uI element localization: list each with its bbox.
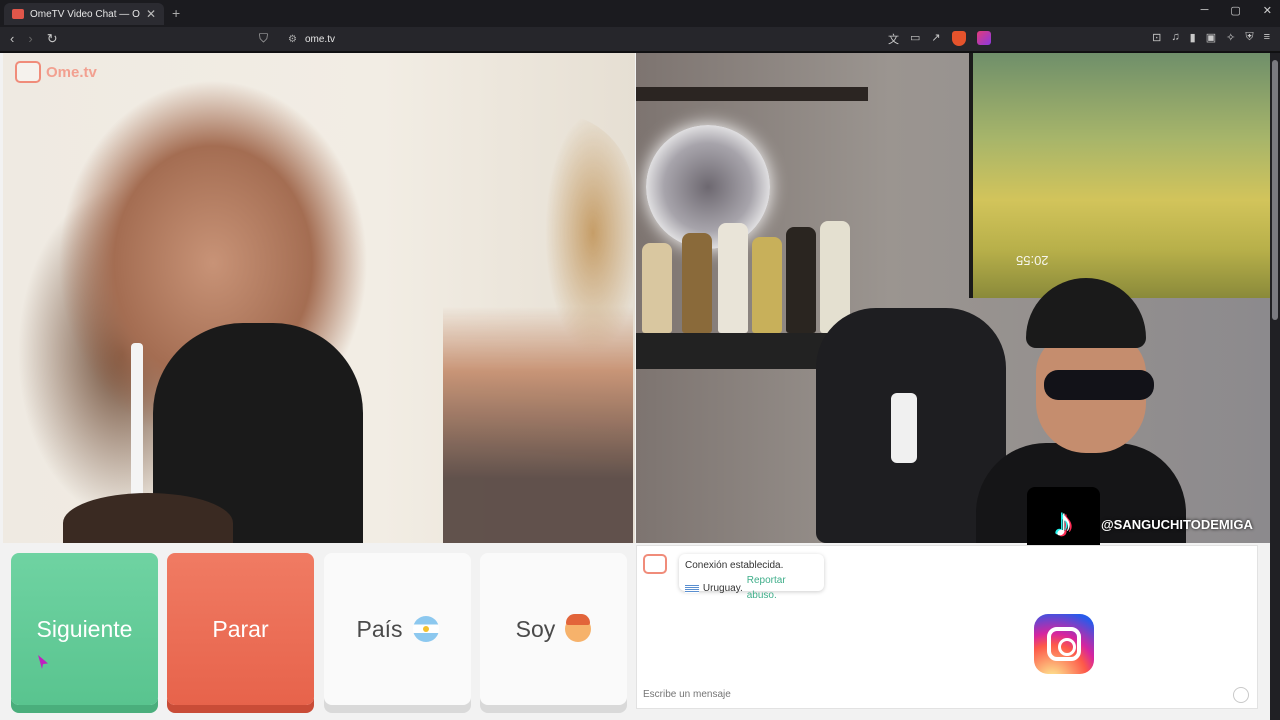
country-label: País (356, 615, 403, 642)
share-icon[interactable]: ↗ (931, 31, 940, 47)
emoji-icon[interactable] (1233, 687, 1249, 703)
stop-label: Parar (212, 615, 269, 642)
nav-buttons: ‹ › ↻ (10, 31, 58, 47)
tv-clock: 20:55 (1016, 253, 1049, 268)
stop-button[interactable]: Parar (167, 553, 314, 705)
instagram-icon (1047, 627, 1081, 661)
streamer-glasses (1044, 370, 1154, 400)
partner-country-line: Uruguay. Reportar abuso. (685, 573, 818, 603)
bottle (718, 223, 748, 333)
remote-person-2 (443, 113, 633, 543)
browser-extensions: ⊡ ♫ ▮ ▣ ✧ ⛨ ≡ (1152, 31, 1270, 44)
maximize-icon[interactable]: ▢ (1230, 4, 1240, 17)
bottle (786, 227, 816, 333)
wallet-icon[interactable]: ▣ (1206, 31, 1216, 44)
menu-icon[interactable]: ≡ (1264, 31, 1270, 44)
gender-button[interactable]: Soy (480, 553, 627, 705)
new-tab-button[interactable]: + (172, 5, 180, 21)
address-bar-actions: 文 ▭ ↗ (888, 31, 991, 47)
tv-logo-icon (15, 61, 41, 83)
next-button[interactable]: Siguiente (11, 553, 158, 705)
local-video: 20:55 (636, 53, 1270, 543)
close-window-icon[interactable]: ✕ (1263, 4, 1272, 17)
chat-panel: Conexión establecida. Uruguay. Reportar … (636, 545, 1258, 709)
ometv-logo: Ome.tv (15, 61, 97, 83)
argentina-flag-icon (412, 616, 439, 642)
address-bar[interactable]: ⚙ ome.tv (282, 30, 872, 49)
tab-bar: OmeTV Video Chat — Omegle ✕ + ─ ▢ ✕ (0, 0, 1280, 27)
system-message: Conexión establecida. Uruguay. Reportar … (679, 554, 824, 601)
arrow-right-icon[interactable]: › (28, 31, 32, 47)
close-tab-icon[interactable]: ✕ (146, 7, 156, 21)
instagram-logo (1034, 614, 1094, 674)
bottle (752, 237, 782, 333)
ometv-page: Ome.tv 20:55 ♪ @SANGUCHITODEMIGA Siguien… (0, 53, 1270, 720)
message-input[interactable] (643, 689, 1223, 700)
uruguay-flag-icon (685, 583, 699, 593)
browser-toolbar: ‹ › ↻ ⛉ ⚙ ome.tv 文 ▭ ↗ ⊡ ♫ ▮ ▣ ✧ ⛨ ≡ (0, 27, 1280, 52)
bottle (642, 243, 672, 333)
connection-status: Conexión establecida. (685, 560, 784, 571)
sidebar-icon[interactable]: ▮ (1190, 31, 1196, 44)
next-label: Siguiente (36, 615, 133, 642)
report-abuse-link[interactable]: Reportar abuso. (747, 573, 818, 603)
leo-ai-icon[interactable]: ✧ (1226, 31, 1235, 44)
shelf (636, 87, 868, 101)
brave-rewards-icon[interactable] (976, 31, 991, 45)
site-info-icon[interactable]: ⚙ (288, 34, 297, 45)
logo-text: Ome.tv (46, 63, 97, 81)
url-text: ome.tv (304, 34, 335, 45)
music-icon[interactable]: ♫ (1171, 31, 1179, 44)
browser-tab[interactable]: OmeTV Video Chat — Omegle ✕ (4, 3, 164, 25)
chat-tv-logo-icon (643, 554, 667, 574)
boy-emoji-icon (565, 614, 592, 642)
moon-lamp (646, 125, 770, 249)
cast-icon[interactable]: ▭ (910, 31, 920, 47)
country-button[interactable]: País (324, 553, 471, 705)
chair-stripe (891, 393, 917, 463)
bottle (682, 233, 712, 333)
window-controls: ─ ▢ ✕ (1201, 4, 1272, 17)
tv-landscape (969, 53, 1270, 298)
remote-video: Ome.tv (3, 53, 635, 543)
brave-shields-icon[interactable] (951, 31, 966, 46)
arrow-left-icon[interactable]: ‹ (10, 31, 14, 47)
screenshot-icon[interactable]: ⊡ (1152, 31, 1161, 44)
tiktok-icon: ♪ (1053, 501, 1074, 545)
translate-icon[interactable]: 文 (888, 31, 899, 47)
reload-icon[interactable]: ↻ (47, 31, 58, 47)
partner-country: Uruguay. (702, 582, 743, 594)
streamer-cap (1026, 278, 1146, 348)
vpn-icon[interactable]: ⛨ (1245, 31, 1253, 44)
scrollbar-thumb[interactable] (1272, 60, 1278, 320)
tab-title: OmeTV Video Chat — Omegle (30, 8, 140, 20)
tiktok-handle: @SANGUCHITODEMIGA (1101, 517, 1253, 532)
ometv-favicon-icon (12, 9, 24, 19)
gender-label: Soy (515, 615, 556, 642)
bookmark-icon[interactable]: ⛉ (259, 31, 268, 46)
minimize-icon[interactable]: ─ (1201, 4, 1209, 17)
